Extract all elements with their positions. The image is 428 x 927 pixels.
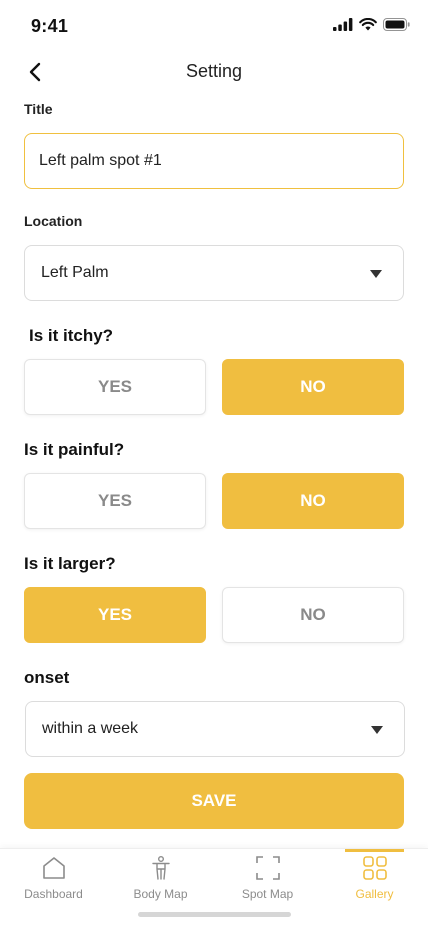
active-tab-indicator: [345, 849, 404, 852]
battery-icon: [383, 18, 410, 31]
tab-gallery-label: Gallery: [355, 887, 394, 901]
home-icon: [42, 857, 65, 879]
tab-dashboard[interactable]: Dashboard: [0, 849, 107, 909]
painful-no-button[interactable]: NO: [222, 473, 404, 529]
status-icons: [333, 18, 410, 31]
tab-body-map-label: Body Map: [133, 887, 188, 901]
scan-icon: [255, 856, 280, 880]
status-time: 9:41: [31, 16, 69, 36]
onset-label: onset: [24, 668, 70, 687]
location-select[interactable]: Left Palm: [24, 245, 404, 301]
larger-yes-button[interactable]: YES: [24, 587, 206, 643]
title-label: Title: [24, 101, 53, 117]
tab-spot-map-label: Spot Map: [241, 887, 294, 901]
itchy-yes-button[interactable]: YES: [24, 359, 206, 415]
gallery-icon: [362, 856, 387, 880]
caret-down-icon: [370, 270, 382, 278]
tab-spot-map[interactable]: Spot Map: [214, 849, 321, 909]
question-painful: Is it painful?: [24, 440, 125, 459]
itchy-no-button[interactable]: NO: [222, 359, 404, 415]
wifi-icon: [359, 18, 377, 31]
cellular-signal-icon: [333, 18, 353, 31]
caret-down-icon: [371, 726, 383, 734]
save-button[interactable]: SAVE: [24, 773, 404, 829]
page-title: Setting: [185, 61, 243, 81]
header: Setting: [0, 54, 428, 90]
onset-select[interactable]: within a week: [25, 701, 405, 757]
tab-gallery[interactable]: Gallery: [321, 849, 428, 909]
larger-no-button[interactable]: NO: [222, 587, 404, 643]
home-indicator: [138, 912, 291, 917]
question-larger: Is it larger?: [24, 554, 116, 573]
tab-dashboard-label: Dashboard: [24, 887, 83, 901]
question-itchy: Is it itchy?: [29, 326, 114, 345]
status-bar: 9:41: [0, 0, 428, 54]
location-label: Location: [24, 213, 83, 229]
onset-value: within a week: [42, 720, 139, 737]
tab-body-map[interactable]: Body Map: [107, 849, 214, 909]
title-input[interactable]: [24, 133, 404, 189]
location-value: Left Palm: [41, 264, 109, 281]
body-icon: [151, 856, 170, 880]
painful-yes-button[interactable]: YES: [24, 473, 206, 529]
